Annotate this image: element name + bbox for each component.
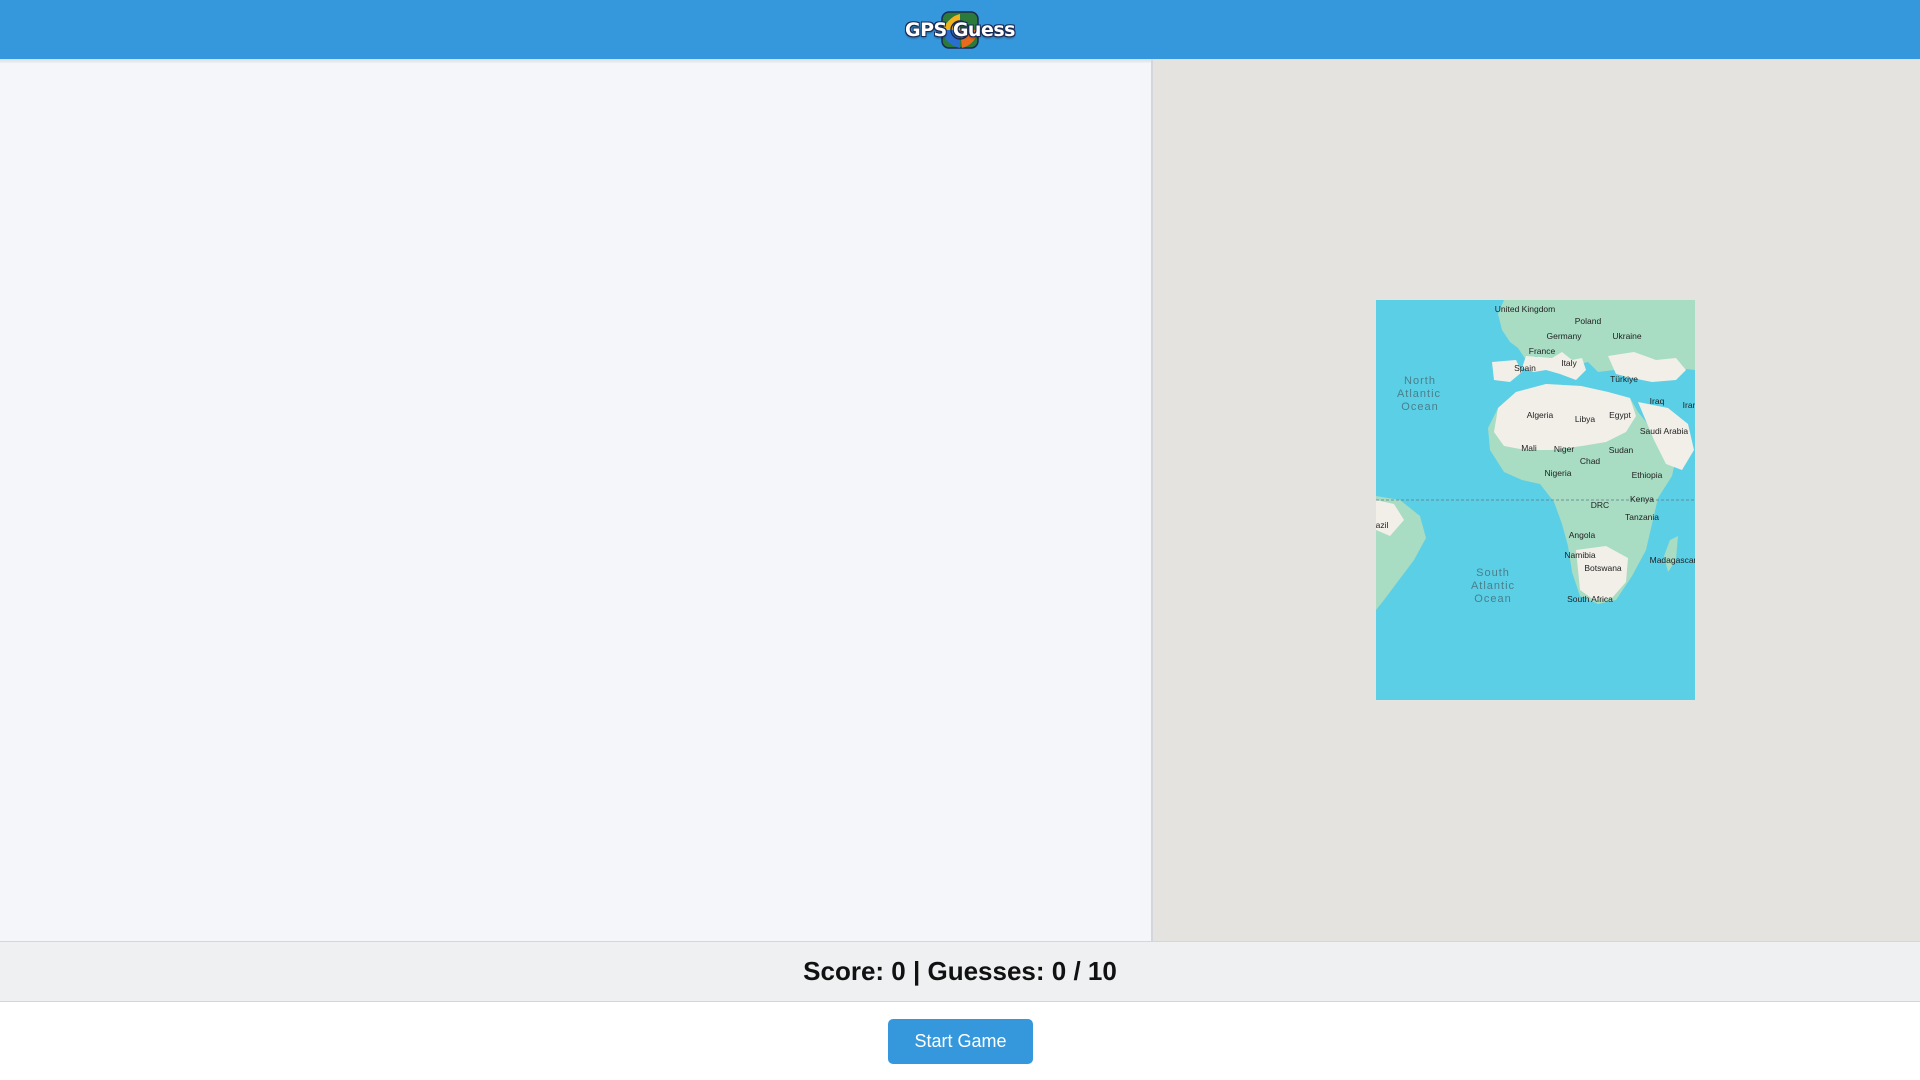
ocean-label-south-atlantic-2: Atlantic [1471, 580, 1515, 592]
country-label-algeria: Algeria [1527, 410, 1554, 420]
street-view-panel[interactable] [0, 63, 1151, 941]
country-label-iran: Iran [1683, 400, 1695, 410]
country-label-madagascar: Madagascar [1650, 555, 1695, 565]
country-label-mali: Mali [1521, 443, 1537, 453]
country-label-tanzania: Tanzania [1625, 512, 1659, 522]
action-bar: Start Game [0, 1002, 1920, 1080]
score-text: Score: 0 | Guesses: 0 / 10 [803, 956, 1117, 986]
country-label-drc: DRC [1591, 500, 1609, 510]
ocean-label-south-atlantic-3: Ocean [1474, 593, 1511, 605]
ocean-label-north-atlantic-1: North [1404, 375, 1436, 387]
country-label-chad: Chad [1580, 456, 1601, 466]
world-map-tile[interactable]: North Atlantic Ocean South Atlantic Ocea… [1376, 300, 1695, 700]
country-label-brazil: azil [1376, 520, 1388, 530]
country-label-italy: Italy [1561, 358, 1577, 368]
country-label-nigeria: Nigeria [1545, 468, 1572, 478]
country-label-poland: Poland [1575, 316, 1602, 326]
country-label-france: France [1529, 346, 1556, 356]
logo[interactable]: GPS Guess [905, 8, 1015, 52]
country-label-niger: Niger [1554, 444, 1574, 454]
app-header: GPS Guess [0, 0, 1920, 59]
country-label-germany: Germany [1547, 331, 1583, 341]
country-label-turkiye: Türkiye [1610, 374, 1638, 384]
country-label-sudan: Sudan [1609, 445, 1634, 455]
country-label-iraq: Iraq [1650, 396, 1665, 406]
country-label-libya: Libya [1575, 414, 1596, 424]
country-label-angola: Angola [1569, 530, 1596, 540]
start-game-button[interactable]: Start Game [888, 1019, 1033, 1064]
country-label-south-africa: South Africa [1567, 594, 1613, 604]
guess-map[interactable]: North Atlantic Ocean South Atlantic Ocea… [1153, 60, 1920, 941]
ocean-label-north-atlantic-3: Ocean [1401, 401, 1438, 413]
country-label-kenya: Kenya [1630, 494, 1654, 504]
country-label-uk: United Kingdom [1495, 304, 1555, 314]
ocean-label-north-atlantic-2: Atlantic [1397, 388, 1441, 400]
country-label-botswana: Botswana [1584, 563, 1622, 573]
country-label-egypt: Egypt [1609, 410, 1631, 420]
ocean-label-south-atlantic-1: South [1476, 567, 1510, 579]
logo-text: GPS Guess [905, 18, 1015, 41]
country-label-spain: Spain [1514, 363, 1536, 373]
country-label-ethiopia: Ethiopia [1632, 470, 1663, 480]
score-bar: Score: 0 | Guesses: 0 / 10 [0, 941, 1920, 1002]
country-label-ukraine: Ukraine [1612, 331, 1642, 341]
country-label-saudi-arabia: Saudi Arabia [1640, 426, 1688, 436]
country-label-namibia: Namibia [1564, 550, 1595, 560]
